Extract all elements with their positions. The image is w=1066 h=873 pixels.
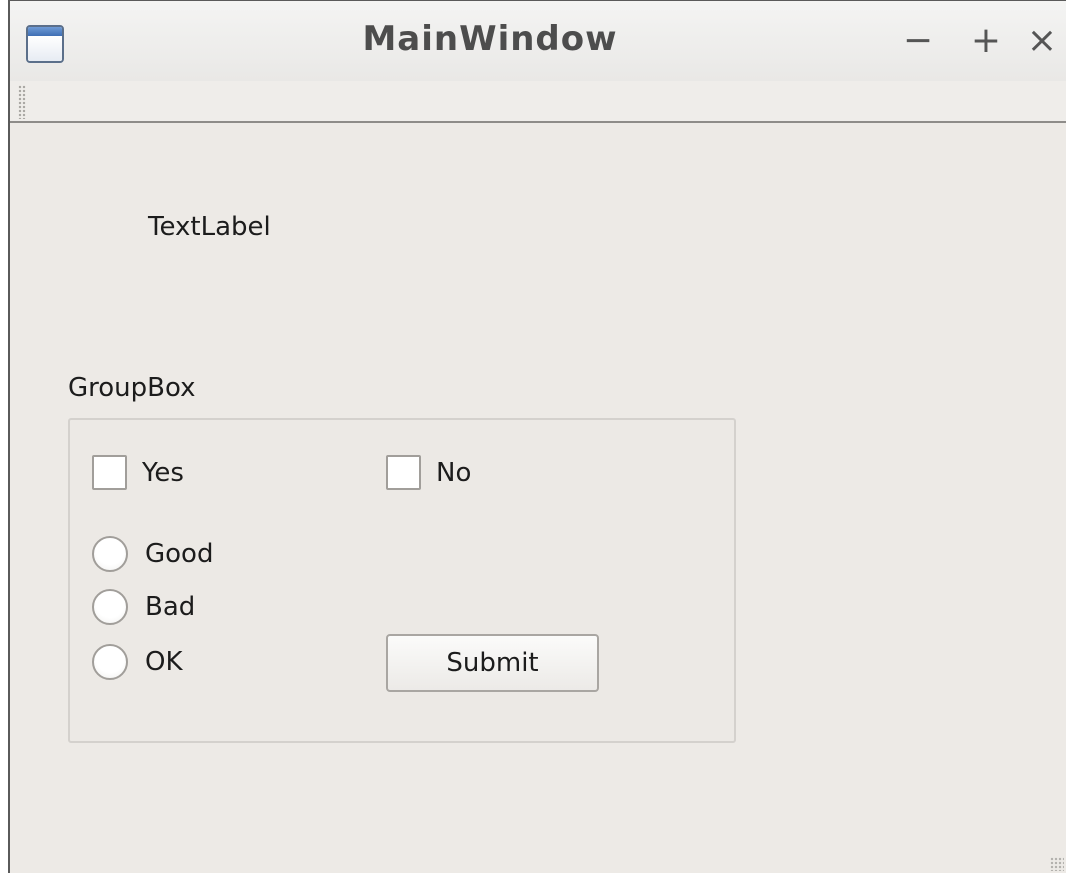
maximize-button[interactable]: + xyxy=(966,19,1006,63)
radio-bad-label[interactable]: Bad xyxy=(145,592,195,622)
radio-bad[interactable]: Bad xyxy=(92,589,195,625)
radio-good[interactable]: Good xyxy=(92,536,213,572)
radio-good-label[interactable]: Good xyxy=(145,539,213,569)
checkbox-yes[interactable]: Yes xyxy=(92,455,184,490)
toolbar xyxy=(10,81,1066,123)
checkbox-no-box[interactable] xyxy=(386,455,421,490)
title-bar[interactable]: MainWindow − + × xyxy=(10,1,1066,81)
submit-button[interactable]: Submit xyxy=(386,634,599,692)
minimize-button[interactable]: − xyxy=(898,19,938,63)
main-window: MainWindow − + × TextLabel GroupBox Yes … xyxy=(8,0,1066,873)
resize-grip[interactable] xyxy=(1050,857,1064,871)
groupbox-title: GroupBox xyxy=(68,373,196,403)
radio-good-circle[interactable] xyxy=(92,536,128,572)
close-button[interactable]: × xyxy=(1022,19,1062,63)
radio-ok-circle[interactable] xyxy=(92,644,128,680)
window-title: MainWindow xyxy=(362,19,618,59)
toolbar-grip-handle[interactable] xyxy=(18,85,26,119)
checkbox-yes-box[interactable] xyxy=(92,455,127,490)
checkbox-yes-label[interactable]: Yes xyxy=(142,458,184,488)
checkbox-no[interactable]: No xyxy=(386,455,471,490)
text-label: TextLabel xyxy=(148,212,271,242)
radio-ok[interactable]: OK xyxy=(92,644,183,680)
radio-ok-label[interactable]: OK xyxy=(145,647,183,677)
radio-bad-circle[interactable] xyxy=(92,589,128,625)
checkbox-no-label[interactable]: No xyxy=(436,458,471,488)
